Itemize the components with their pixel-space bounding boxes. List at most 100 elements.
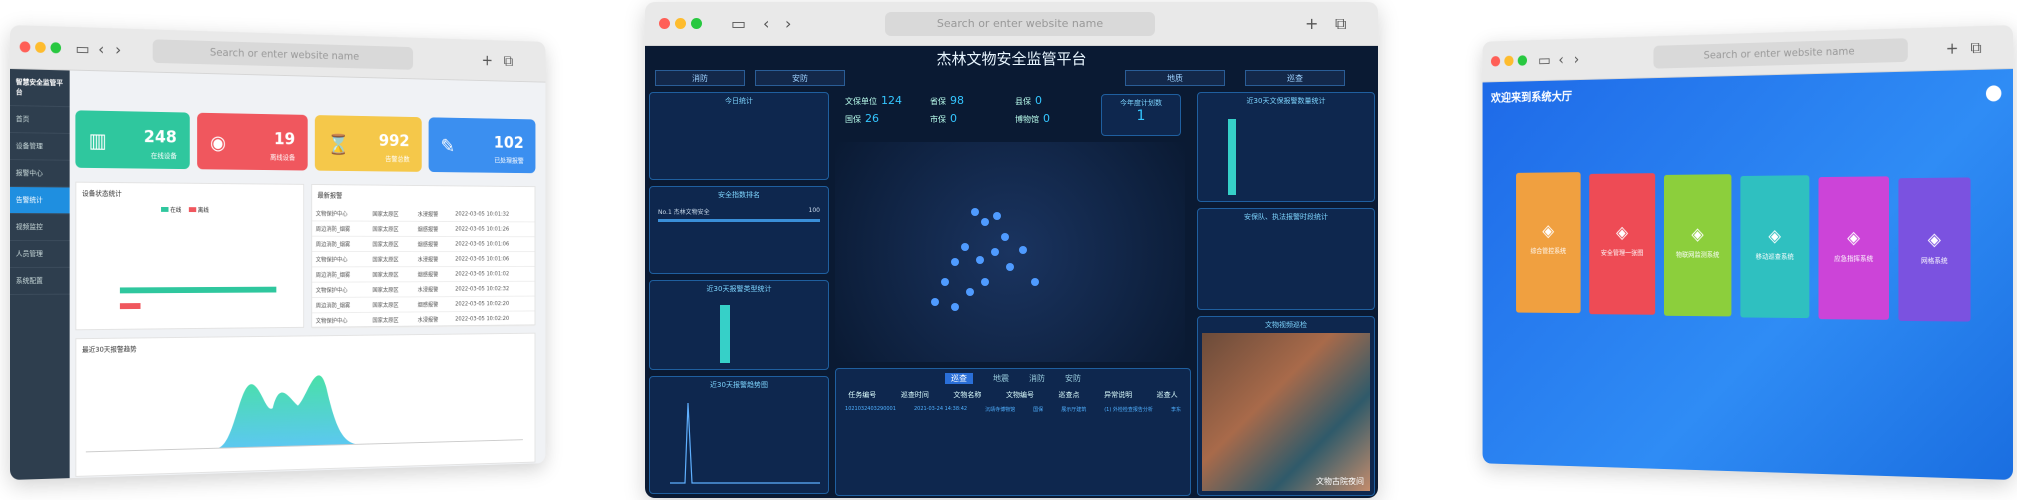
forward-icon[interactable]: ›	[785, 14, 791, 33]
table-row[interactable]: 文物保护中心 国家太原区 水浸报警 2022-03-05 10:01:32	[312, 206, 535, 222]
table-cell: 2022-03-05 10:01:26	[451, 221, 535, 237]
nav-geology[interactable]: 地质	[1125, 70, 1225, 86]
video-caption: 文物古院夜间	[1316, 477, 1364, 486]
new-tab-icon[interactable]: +	[482, 51, 493, 69]
welcome-title: 欢迎来到系统大厅	[1490, 89, 1573, 105]
address-bar[interactable]: Search or enter website name	[1653, 38, 1908, 69]
table-cell: 文物保护中心	[312, 251, 369, 267]
avatar[interactable]	[1985, 85, 2002, 102]
sidebar-toggle-icon[interactable]: ▭	[731, 14, 746, 33]
year-plan-box: 今年度计划数 1	[1101, 94, 1181, 136]
sidebar-item-people[interactable]: 人员管理	[10, 241, 70, 268]
tile-label: 安全管理一张图	[1600, 249, 1644, 257]
stat-label: 县保	[1015, 97, 1031, 106]
table-cell: 国家太原区	[368, 281, 415, 298]
address-bar[interactable]: Search or enter website name	[885, 12, 1155, 36]
system-tile[interactable]: ◈ 移动巡查系统	[1740, 175, 1810, 319]
bar-offline	[119, 303, 141, 310]
panel-title: 今日统计	[725, 97, 753, 105]
map-area[interactable]	[835, 142, 1185, 362]
back-icon[interactable]: ‹	[1558, 50, 1563, 68]
tabs-icon[interactable]: ⧉	[504, 52, 514, 71]
device-icon: ▥	[88, 128, 107, 153]
system-tile[interactable]: ◈ 网格系统	[1898, 177, 1971, 322]
nav-fire[interactable]: 消防	[655, 70, 745, 86]
table-cell: 烟感报警	[414, 296, 452, 312]
document-icon: ✎	[440, 134, 456, 158]
panel-title: 近30天报警趋势图	[710, 381, 768, 389]
table-cell: 展示厅建筑	[1061, 407, 1087, 413]
table-row[interactable]: 周边消防_烟雾 国家太原区 烟感报警 2022-03-05 10:01:02	[312, 266, 535, 283]
video-panel[interactable]: 文物视频巡检 文物古院夜间	[1197, 316, 1375, 496]
nav-patrol[interactable]: 巡查	[1245, 70, 1345, 86]
table-cell: 国家太原区	[368, 206, 415, 222]
sidebar-item-stats[interactable]: 告警统计	[10, 187, 70, 215]
patrol-tab[interactable]: 安防	[1065, 374, 1081, 383]
table-cell: 文物保护中心	[312, 281, 369, 298]
table-row[interactable]: 周边消防_烟雾 国家太原区 烟感报警 2022-03-05 10:01:06	[312, 236, 535, 252]
video-feed	[1202, 333, 1370, 491]
rank-panel: 安全指数排名 No.1 杰林文物安全 100	[649, 186, 829, 274]
new-tab-icon[interactable]: +	[1946, 39, 1959, 58]
right1-bar	[1228, 119, 1236, 195]
table-row[interactable]: 1021032403290001 2021-03-24 14:38:42 沉靖寺博物…	[836, 406, 1190, 413]
tabs-icon[interactable]: ⧉	[1971, 38, 1982, 58]
stat-value: 0	[1035, 94, 1042, 107]
new-tab-icon[interactable]: +	[1305, 14, 1318, 33]
system-tile[interactable]: ◈ 物联网监测系统	[1663, 174, 1732, 317]
table-row[interactable]: 文物保护中心 国家太原区 水浸报警 2022-03-05 10:02:20	[312, 310, 535, 329]
tile-label: 移动巡查系统	[1755, 252, 1794, 261]
tile-icon: ◈	[1691, 224, 1704, 245]
stat-label: 国保	[845, 115, 861, 124]
sidebar-item-devices[interactable]: 设备管理	[10, 133, 70, 161]
table-cell: 国家太原区	[368, 311, 415, 328]
system-tile[interactable]: ◈ 综合管控系统	[1516, 172, 1581, 314]
system-tile[interactable]: ◈ 安全管理一张图	[1589, 173, 1656, 315]
stat-value: 0	[950, 112, 957, 125]
address-bar[interactable]: Search or enter website name	[152, 39, 414, 70]
forward-icon[interactable]: ›	[115, 40, 121, 59]
table-row[interactable]: 文物保护中心 国家太原区 水浸报警 2022-03-05 10:01:06	[312, 251, 535, 267]
system-tile[interactable]: ◈ 应急指挥系统	[1818, 176, 1890, 320]
stat-card-alarms[interactable]: ⌛ 992 告警总数	[314, 115, 422, 172]
panel-title: 最新报警	[317, 191, 343, 200]
stat-item: 省保 98	[930, 94, 964, 107]
back-icon[interactable]: ‹	[763, 14, 769, 33]
patrol-tab[interactable]: 消防	[1029, 374, 1045, 383]
tile-label: 综合管控系统	[1530, 247, 1567, 255]
table-cell: 国保	[1033, 407, 1044, 413]
tabs-icon[interactable]: ⧉	[1335, 14, 1346, 34]
right-panel-2: 安保队、执法报警时段统计	[1197, 208, 1375, 310]
sidebar-item-alarms[interactable]: 报警中心	[10, 160, 70, 188]
right-browser-window: ▭ ‹ › Search or enter website name + ⧉ 欢…	[1482, 25, 2013, 480]
stat-item: 市保 0	[930, 112, 957, 125]
sidebar-item-home[interactable]: 首页	[10, 106, 70, 134]
panel-title: 文物视频巡检	[1265, 321, 1307, 329]
table-cell: 国家太原区	[368, 251, 415, 267]
rank-value: 100	[808, 207, 820, 214]
browser-toolbar: ▭ ‹ › Search or enter website name + ⧉	[645, 2, 1378, 46]
stat-label: 省保	[930, 97, 946, 106]
table-cell: 文物保护中心	[312, 312, 369, 329]
forward-icon[interactable]: ›	[1574, 50, 1579, 68]
table-cell: 周边消防_烟雾	[312, 266, 369, 283]
sidebar-toggle-icon[interactable]: ▭	[75, 39, 89, 58]
stat-card-online[interactable]: ▥ 248 在线设备	[75, 110, 190, 170]
patrol-tab[interactable]: 巡查	[945, 373, 973, 384]
sidebar-item-config[interactable]: 系统配置	[10, 267, 70, 295]
table-row[interactable]: 文物保护中心 国家太原区 水浸报警 2022-03-05 10:02:32	[312, 281, 535, 298]
left-sidebar: 智慧安全监管平台 首页 设备管理 报警中心 告警统计 视频监控 人员管理 系统配…	[10, 69, 70, 480]
sidebar-item-video[interactable]: 视频监控	[10, 214, 70, 242]
patrol-tab[interactable]: 地震	[993, 374, 1009, 383]
sidebar-toggle-icon[interactable]: ▭	[1538, 51, 1551, 69]
table-row[interactable]: 周边消防_烟雾 国家太原区 烟感报警 2022-03-05 10:01:26	[312, 220, 535, 237]
stat-card-handled[interactable]: ✎ 102 已处理报警	[428, 117, 536, 174]
stat-value: 124	[881, 94, 902, 107]
stat-card-offline[interactable]: ◉ 19 离线设备	[197, 112, 308, 171]
alarm-type-panel: 近30天报警类型统计	[649, 280, 829, 370]
table-cell: 周边消防_烟雾	[312, 236, 369, 252]
back-icon[interactable]: ‹	[98, 40, 104, 59]
nav-security[interactable]: 安防	[755, 70, 845, 86]
dashboard-dark: 杰林文物安全监管平台 消防 安防 地质 巡查 今日统计 安全指数排名 No.1 …	[645, 46, 1378, 498]
table-cell: 国家太原区	[368, 296, 415, 313]
